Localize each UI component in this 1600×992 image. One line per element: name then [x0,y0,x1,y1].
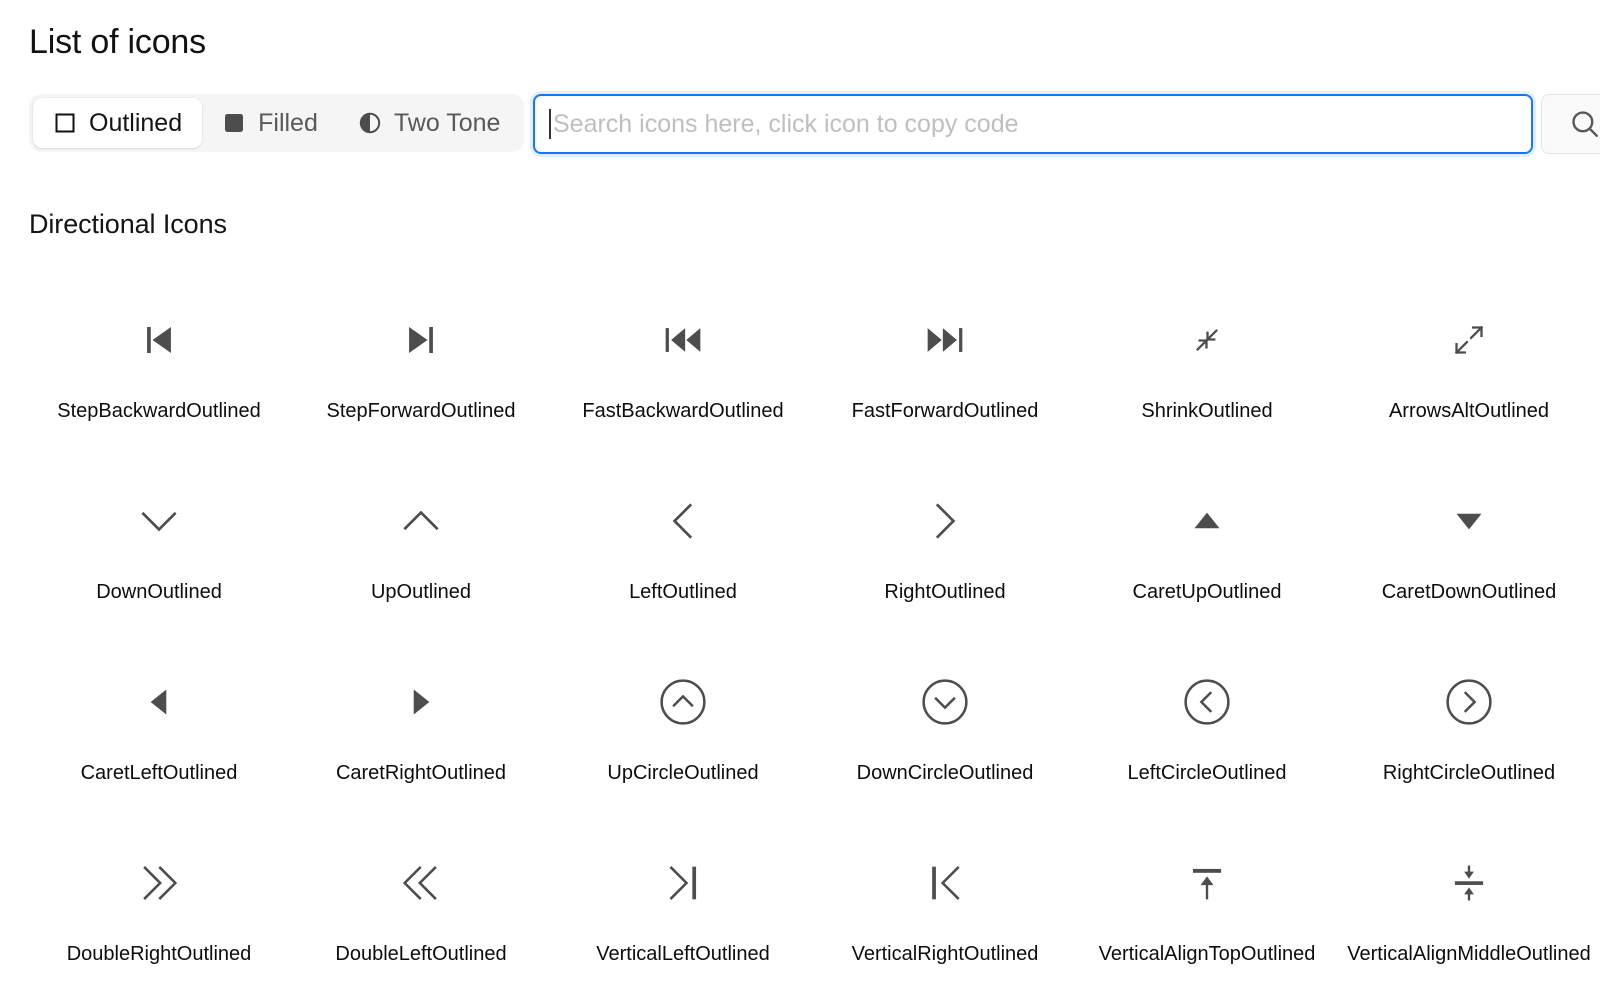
icon-name-label: UpCircleOutlined [607,762,759,784]
circle-chevron-right-icon [1437,670,1501,734]
icon-cell[interactable]: LeftCircleOutlined [1076,644,1338,825]
fast-backward-icon [651,308,715,372]
vertical-right-icon [913,851,977,915]
caret-up-icon [1175,489,1239,553]
icon-cell[interactable]: VerticalAlignTopOutlined [1076,825,1338,992]
icon-cell[interactable]: DownOutlined [28,463,290,644]
icon-name-label: DoubleLeftOutlined [335,943,507,965]
icon-cell[interactable]: FastForwardOutlined [814,282,1076,463]
icon-name-label: CaretRightOutlined [335,762,507,784]
icon-name-label: StepForwardOutlined [326,400,516,422]
icon-cell[interactable]: DownCircleOutlined [814,644,1076,825]
chevron-down-icon [127,489,191,553]
icon-name-label: VerticalLeftOutlined [596,943,770,965]
theme-option-label: Filled [258,108,318,137]
icon-cell[interactable]: DoubleRightOutlined [28,825,290,992]
icon-cell[interactable]: DoubleLeftOutlined [290,825,552,992]
theme-option-two-tone[interactable]: Two Tone [338,98,521,148]
icon-name-label: CaretDownOutlined [1381,581,1557,603]
icon-name-label: CaretLeftOutlined [80,762,238,784]
icon-cell[interactable]: RightCircleOutlined [1338,644,1600,825]
icon-name-label: RightCircleOutlined [1382,762,1556,784]
theme-option-filled[interactable]: Filled [202,98,338,148]
icon-cell[interactable]: ArrowsAltOutlined [1338,282,1600,463]
icon-name-label: FastForwardOutlined [851,400,1039,422]
icon-cell[interactable]: UpCircleOutlined [552,644,814,825]
search-button[interactable] [1541,94,1600,154]
double-chevron-right-icon [127,851,191,915]
icon-cell[interactable]: VerticalLeftOutlined [552,825,814,992]
icon-name-label: ArrowsAltOutlined [1388,400,1550,422]
shrink-icon [1175,308,1239,372]
icon-name-label: LeftOutlined [629,581,737,603]
half-circle-icon [358,111,382,135]
search-area [533,94,1600,154]
search-input[interactable] [551,96,1517,152]
icon-name-label: FastBackwardOutlined [582,400,784,422]
icon-name-label: UpOutlined [370,581,472,603]
step-forward-icon [389,308,453,372]
icon-cell[interactable]: FastBackwardOutlined [552,282,814,463]
vertical-align-middle-icon [1437,851,1501,915]
icon-name-label: DownOutlined [96,581,222,603]
icon-cell[interactable]: UpOutlined [290,463,552,644]
section-title-directional: Directional Icons [29,209,227,239]
icon-name-label: VerticalAlignMiddleOutlined [1347,943,1591,965]
circle-chevron-up-icon [651,670,715,734]
theme-option-outlined[interactable]: Outlined [33,98,203,148]
fast-forward-icon [913,308,977,372]
icon-cell[interactable]: RightOutlined [814,463,1076,644]
caret-left-icon [127,670,191,734]
chevron-right-icon [913,489,977,553]
arrows-alt-icon [1437,308,1501,372]
icon-grid: StepBackwardOutlined StepForwardOutlined F… [28,282,1600,992]
icon-name-label: LeftCircleOutlined [1127,762,1287,784]
icon-gallery-page: List of icons Outlined Filled Two Tone Dir… [0,0,1600,992]
icon-name-label: RightOutlined [884,581,1006,603]
icon-cell[interactable]: ShrinkOutlined [1076,282,1338,463]
search-field[interactable] [533,94,1533,154]
icon-name-label: StepBackwardOutlined [57,400,261,422]
square-outline-icon [53,111,77,135]
icon-name-label: VerticalRightOutlined [851,943,1039,965]
icon-name-label: CaretUpOutlined [1132,581,1282,603]
icon-cell[interactable]: VerticalAlignMiddleOutlined [1338,825,1600,992]
vertical-left-icon [651,851,715,915]
theme-switcher[interactable]: Outlined Filled Two Tone [29,94,525,152]
search-icon [1568,107,1600,141]
icon-cell[interactable]: CaretUpOutlined [1076,463,1338,644]
caret-right-icon [389,670,453,734]
vertical-align-top-icon [1175,851,1239,915]
theme-option-label: Two Tone [393,108,501,137]
icon-name-label: DoubleRightOutlined [66,943,252,965]
icon-name-label: VerticalAlignTopOutlined [1098,943,1316,965]
icon-cell[interactable]: CaretRightOutlined [290,644,552,825]
chevron-up-icon [389,489,453,553]
theme-option-label: Outlined [89,108,183,137]
icon-cell[interactable]: CaretDownOutlined [1338,463,1600,644]
double-chevron-left-icon [389,851,453,915]
icon-cell[interactable]: LeftOutlined [552,463,814,644]
chevron-left-icon [651,489,715,553]
circle-chevron-down-icon [913,670,977,734]
caret-down-icon [1437,489,1501,553]
square-filled-icon [222,111,246,135]
icon-cell[interactable]: StepBackwardOutlined [28,282,290,463]
icon-cell[interactable]: StepForwardOutlined [290,282,552,463]
icon-cell[interactable]: CaretLeftOutlined [28,644,290,825]
step-backward-icon [127,308,191,372]
circle-chevron-left-icon [1175,670,1239,734]
icon-name-label: ShrinkOutlined [1141,400,1273,422]
icon-cell[interactable]: VerticalRightOutlined [814,825,1076,992]
controls-row: Outlined Filled Two Tone [29,94,1600,156]
icon-name-label: DownCircleOutlined [856,762,1034,784]
page-title: List of icons [29,23,206,61]
